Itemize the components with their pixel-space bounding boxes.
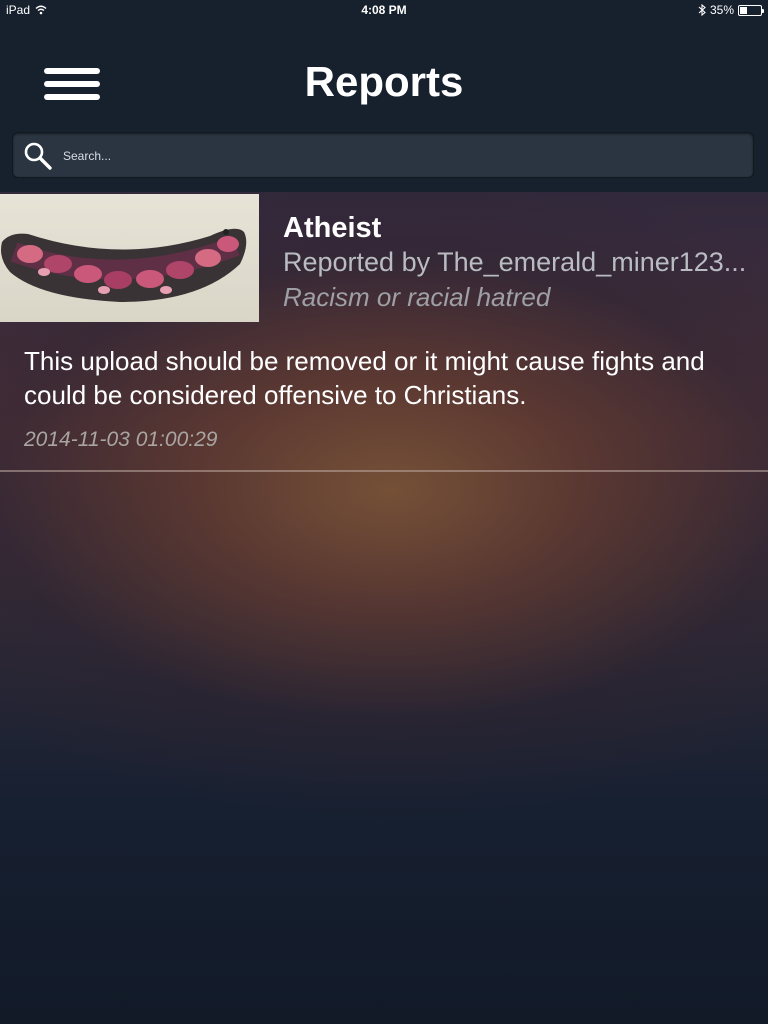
- report-timestamp: 2014-11-03 01:00:29: [24, 428, 218, 451]
- page-title: Reports: [304, 58, 464, 105]
- status-right: 35%: [698, 3, 764, 17]
- search-bar[interactable]: [12, 132, 754, 178]
- report-list-item[interactable]: Atheist Reported by The_emerald_miner123…: [0, 194, 768, 472]
- report-thumbnail[interactable]: [0, 194, 259, 322]
- battery-icon: [738, 4, 764, 16]
- search-icon: [24, 142, 52, 170]
- necklace-image: [1, 228, 247, 302]
- report-description: This upload should be removed or it migh…: [24, 346, 705, 410]
- search-input[interactable]: [61, 139, 745, 173]
- status-time: 4:08 PM: [361, 3, 407, 17]
- report-reason: Racism or racial hatred: [283, 282, 551, 312]
- battery-percent: 35%: [709, 3, 734, 17]
- list-divider: [0, 470, 768, 472]
- report-title: Atheist: [283, 212, 382, 244]
- bluetooth-icon: [698, 4, 706, 16]
- report-reporter: Reported by The_emerald_miner123...: [283, 247, 747, 277]
- status-bar: iPad 4:08 PM 35%: [0, 0, 768, 20]
- battery-level: [740, 6, 747, 14]
